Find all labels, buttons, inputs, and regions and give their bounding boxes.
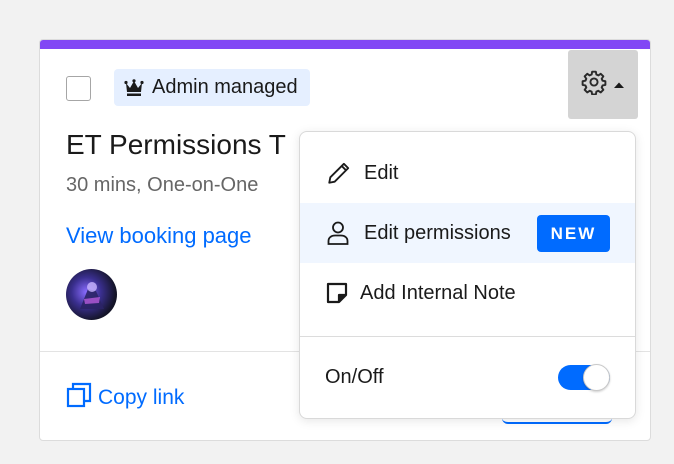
pencil-icon bbox=[326, 160, 352, 186]
user-icon bbox=[326, 220, 350, 246]
gear-icon bbox=[581, 69, 607, 100]
admin-managed-label: Admin managed bbox=[152, 76, 298, 98]
avatar bbox=[66, 269, 117, 320]
admin-managed-badge: Admin managed bbox=[114, 69, 310, 106]
view-booking-page-link[interactable]: View booking page bbox=[66, 223, 252, 249]
menu-item-add-internal-note-label: Add Internal Note bbox=[360, 281, 516, 304]
settings-menu-button[interactable] bbox=[568, 50, 638, 119]
menu-item-on-off: On/Off bbox=[300, 346, 635, 408]
crown-icon bbox=[124, 78, 144, 97]
event-title: ET Permissions T bbox=[66, 129, 286, 160]
new-badge: NEW bbox=[537, 215, 610, 252]
copy-link-label: Copy link bbox=[98, 386, 185, 409]
note-icon bbox=[326, 282, 348, 304]
on-off-toggle[interactable] bbox=[558, 364, 610, 391]
card-color-bar bbox=[40, 40, 650, 49]
settings-dropdown-menu: Edit Edit permissions NEW Add Internal N… bbox=[299, 131, 636, 419]
menu-item-add-internal-note[interactable]: Add Internal Note bbox=[300, 263, 635, 323]
caret-up-icon bbox=[613, 76, 625, 94]
menu-item-edit[interactable]: Edit bbox=[300, 143, 635, 203]
event-subtitle: 30 mins, One-on-One bbox=[66, 174, 259, 196]
menu-item-edit-permissions[interactable]: Edit permissions NEW bbox=[300, 203, 635, 263]
copy-icon bbox=[66, 382, 92, 414]
copy-link-button[interactable]: Copy link bbox=[66, 382, 184, 414]
menu-item-edit-permissions-label: Edit permissions bbox=[364, 221, 511, 244]
select-checkbox[interactable] bbox=[66, 76, 91, 101]
menu-divider bbox=[300, 336, 635, 337]
on-off-label: On/Off bbox=[325, 365, 384, 388]
menu-item-edit-label: Edit bbox=[364, 161, 399, 184]
toggle-knob bbox=[583, 364, 610, 391]
